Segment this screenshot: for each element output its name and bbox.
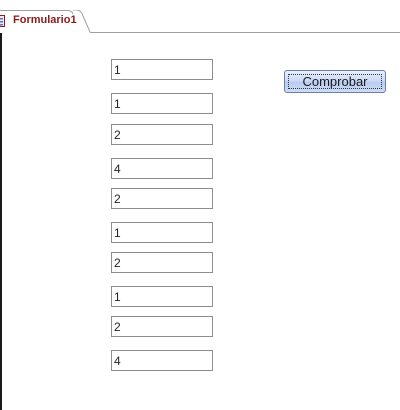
tab-strip-line [90, 32, 400, 33]
tab-title: Formulario1 [13, 14, 77, 26]
number-field-6[interactable] [111, 222, 213, 243]
number-field-3[interactable] [111, 124, 213, 145]
form-view: Formulario1 Comprobar [0, 0, 400, 410]
check-button[interactable]: Comprobar [284, 70, 386, 93]
number-field-9[interactable] [111, 316, 213, 337]
number-field-8[interactable] [111, 286, 213, 307]
number-field-7[interactable] [111, 252, 213, 273]
form-left-border [0, 33, 2, 410]
number-field-5[interactable] [111, 188, 213, 209]
number-field-2[interactable] [111, 93, 213, 114]
number-field-4[interactable] [111, 158, 213, 179]
form-icon [0, 15, 5, 27]
check-button-label: Comprobar [302, 74, 368, 89]
number-field-1[interactable] [111, 59, 213, 80]
number-field-10[interactable] [111, 350, 213, 371]
